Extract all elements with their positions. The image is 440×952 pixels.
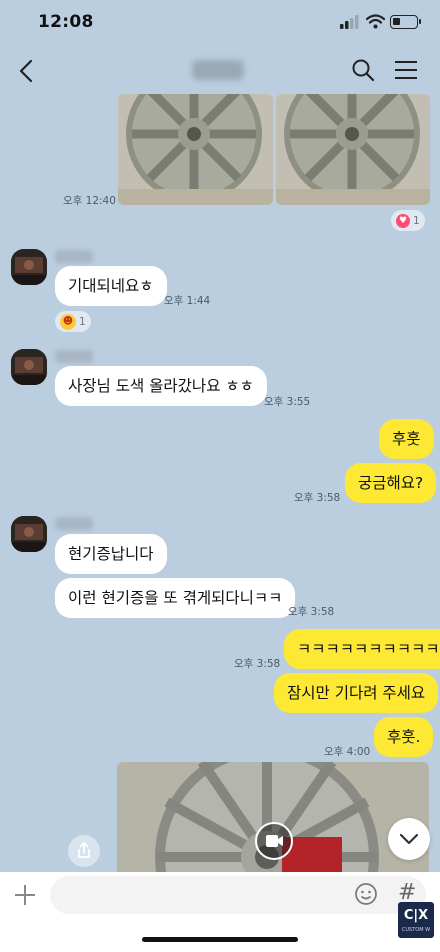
- logo-mark: C|X: [403, 908, 429, 923]
- wifi-icon: [366, 14, 385, 29]
- heart-icon: ♥: [396, 213, 410, 228]
- message-bubble-incoming[interactable]: 사장님 도색 올라갔나요 ㅎㅎ: [55, 366, 267, 406]
- chat-header: [0, 46, 440, 94]
- reaction-count: 1: [79, 315, 86, 328]
- emoji-icon[interactable]: [353, 881, 379, 907]
- chevron-down-icon: [399, 833, 419, 845]
- video-icon: [266, 835, 283, 847]
- share-button[interactable]: [68, 835, 100, 867]
- avatar[interactable]: [11, 249, 47, 285]
- share-icon: [78, 841, 90, 858]
- timestamp: 오후 1:44: [164, 295, 211, 307]
- message-bubble-outgoing[interactable]: 후훗: [379, 419, 434, 459]
- message-bubble-outgoing[interactable]: ㅋㅋㅋㅋㅋㅋㅋㅋㅋㅋ: [284, 629, 440, 669]
- search-icon[interactable]: [350, 57, 376, 83]
- cellular-signal-icon: [340, 15, 359, 29]
- timestamp: 오후 12:40: [63, 195, 116, 207]
- scroll-down-button[interactable]: [388, 818, 430, 860]
- timestamp: 오후 3:55: [264, 396, 311, 408]
- chat-area[interactable]: 오후 12:40 ♥ 1 기대되네요ㅎ 오후 1:44 ☻ 1 사장님 도색 올…: [0, 94, 440, 872]
- grinning-emoji-icon: ☻: [60, 313, 76, 330]
- timestamp: 오후 3:58: [234, 658, 281, 670]
- reaction-count: 1: [413, 214, 420, 227]
- home-indicator: [142, 937, 298, 942]
- message-bubble-incoming[interactable]: 기대되네요ㅎ: [55, 266, 167, 306]
- message-bubble-outgoing[interactable]: 잠시만 기다려 주세요: [274, 673, 439, 713]
- chat-title-blurred: [192, 60, 244, 80]
- message-bubble-outgoing[interactable]: 궁금해요?: [345, 463, 437, 503]
- back-arrow-icon[interactable]: [12, 56, 42, 86]
- avatar[interactable]: [11, 516, 47, 552]
- status-time: 12:08: [38, 12, 94, 32]
- reaction-grin[interactable]: ☻ 1: [55, 311, 91, 332]
- watermark-logo: C|X CUSTOM W: [398, 902, 434, 938]
- timestamp: 오후 4:00: [324, 746, 371, 758]
- sender-name-blurred: [55, 250, 93, 263]
- timestamp: 오후 3:58: [294, 492, 341, 504]
- menu-icon[interactable]: [393, 58, 419, 82]
- avatar[interactable]: [11, 349, 47, 385]
- timestamp: 오후 3:58: [288, 606, 335, 618]
- message-bubble-outgoing[interactable]: 후훗.: [374, 717, 434, 757]
- video-play-button[interactable]: [255, 822, 293, 860]
- battery-icon: [390, 15, 421, 29]
- message-bubble-incoming[interactable]: 현기증납니다: [55, 534, 167, 574]
- reaction-heart[interactable]: ♥ 1: [391, 210, 425, 231]
- logo-text: CUSTOM W: [401, 927, 431, 933]
- message-bubble-incoming[interactable]: 이런 현기증을 또 겪게되다니ㅋㅋ: [55, 578, 296, 618]
- status-bar: 12:08: [0, 0, 440, 46]
- sender-name-blurred: [55, 517, 93, 530]
- wheel-photo-1[interactable]: [118, 94, 273, 205]
- wheel-photo-2[interactable]: [276, 94, 430, 205]
- plus-icon[interactable]: [12, 882, 38, 908]
- sender-name-blurred: [55, 350, 93, 363]
